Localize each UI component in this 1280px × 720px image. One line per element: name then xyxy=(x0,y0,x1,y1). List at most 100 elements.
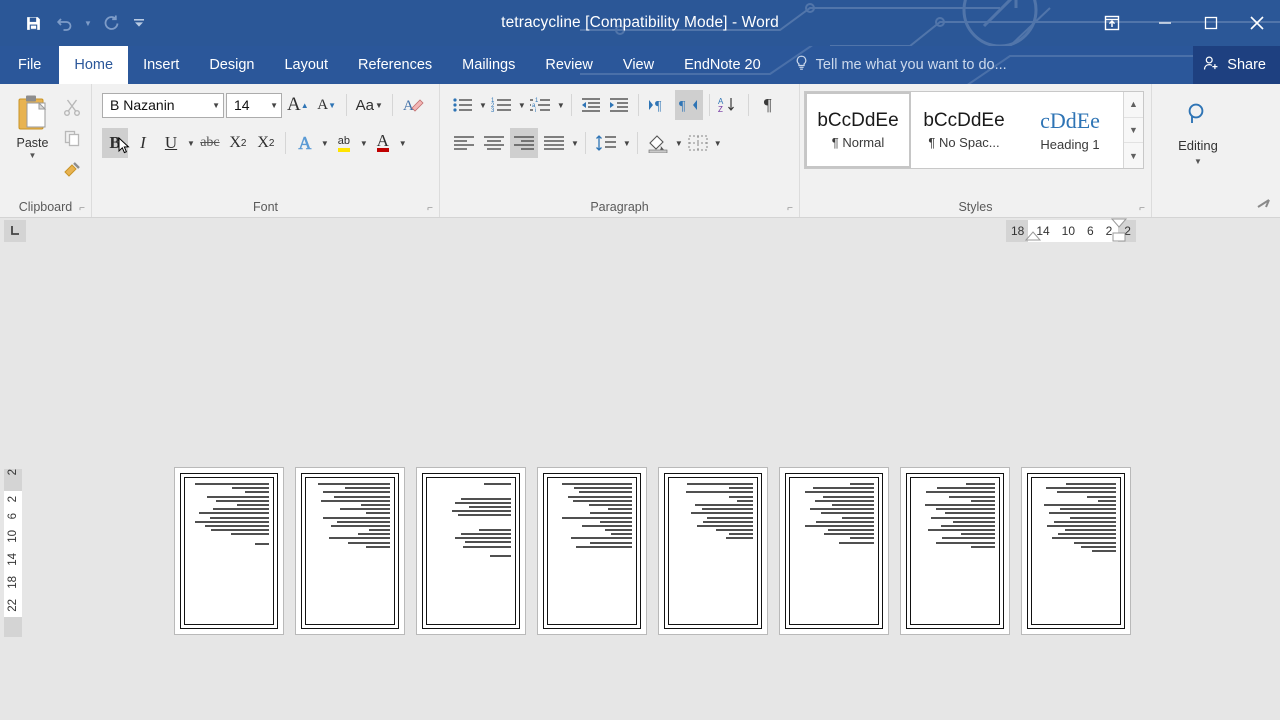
customize-quick-access-icon[interactable] xyxy=(128,8,150,38)
justify-button[interactable] xyxy=(540,128,568,158)
increase-indent-button[interactable] xyxy=(606,90,632,120)
change-case-dropdown-icon[interactable]: ▼ xyxy=(375,101,383,110)
grow-font-arrow-icon: ▲ xyxy=(300,100,309,110)
shading-dropdown-icon[interactable]: ▼ xyxy=(675,139,683,148)
copy-icon[interactable] xyxy=(59,125,85,151)
numbering-dropdown-icon[interactable]: ▼ xyxy=(518,101,526,110)
tab-mailings[interactable]: Mailings xyxy=(447,46,530,84)
highlight-dropdown-icon[interactable]: ▼ xyxy=(360,139,368,148)
underline-button[interactable]: U xyxy=(158,128,184,158)
page-thumbnail[interactable] xyxy=(779,467,889,635)
paste-dropdown-icon[interactable]: ▼ xyxy=(29,152,37,160)
italic-button[interactable]: I xyxy=(130,128,156,158)
sort-button[interactable]: A Z xyxy=(716,90,742,120)
underline-dropdown-icon[interactable]: ▼ xyxy=(187,139,195,148)
bullets-button[interactable] xyxy=(450,90,476,120)
maximize-icon[interactable] xyxy=(1188,0,1234,46)
ribbon-display-options-icon[interactable] xyxy=(1082,0,1142,46)
tab-references[interactable]: References xyxy=(343,46,447,84)
borders-dropdown-icon[interactable]: ▼ xyxy=(714,139,722,148)
font-color-dropdown-icon[interactable]: ▼ xyxy=(399,139,407,148)
numbering-button[interactable]: 123 xyxy=(489,90,515,120)
tab-insert[interactable]: Insert xyxy=(128,46,194,84)
share-button[interactable]: Share xyxy=(1193,46,1280,84)
page-thumbnail[interactable] xyxy=(1021,467,1131,635)
highlight-button[interactable]: ab xyxy=(331,128,357,158)
left-tab-stop-icon[interactable] xyxy=(4,220,26,242)
multilevel-list-button[interactable]: 1ai xyxy=(528,90,554,120)
tab-review[interactable]: Review xyxy=(530,46,608,84)
document-area[interactable]: 2 2 6 10 14 18 22 xyxy=(0,244,1280,719)
font-color-button[interactable]: A xyxy=(370,128,396,158)
page-thumbnails[interactable] xyxy=(174,467,1131,635)
bullets-dropdown-icon[interactable]: ▼ xyxy=(479,101,487,110)
style-normal[interactable]: bCcDdEe ¶ Normal xyxy=(805,92,911,168)
tab-home[interactable]: Home xyxy=(59,46,129,84)
style-no-spacing[interactable]: bCcDdEe ¶ No Spac... xyxy=(911,92,1017,168)
styles-scroll-up-icon[interactable]: ▲ xyxy=(1124,92,1143,118)
styles-scroll-down-icon[interactable]: ▼ xyxy=(1124,118,1143,144)
style-heading-1[interactable]: cDdEe Heading 1 xyxy=(1017,92,1123,168)
tab-file[interactable]: File xyxy=(0,46,60,84)
vertical-ruler[interactable]: 2 2 6 10 14 18 22 xyxy=(4,469,22,639)
align-center-button[interactable] xyxy=(480,128,508,158)
cut-icon[interactable] xyxy=(59,94,85,120)
ltr-text-direction-button[interactable]: ¶ xyxy=(645,90,673,120)
align-right-button[interactable] xyxy=(510,128,538,158)
multilevel-list-dropdown-icon[interactable]: ▼ xyxy=(557,101,565,110)
clipboard-dialog-launcher[interactable]: ⌐ xyxy=(79,203,85,214)
tab-endnote[interactable]: EndNote 20 xyxy=(669,46,776,84)
paragraph-dialog-launcher[interactable]: ⌐ xyxy=(787,203,793,214)
justify-dropdown-icon[interactable]: ▼ xyxy=(571,139,579,148)
superscript-button[interactable]: X2 xyxy=(253,128,279,158)
close-icon[interactable] xyxy=(1234,0,1280,46)
save-icon[interactable] xyxy=(18,8,48,38)
styles-scrollbar[interactable]: ▲ ▼ ▼ xyxy=(1123,92,1143,168)
font-size-input[interactable]: 14 ▼ xyxy=(226,92,282,118)
format-painter-icon[interactable] xyxy=(59,156,85,182)
font-size-dropdown-icon[interactable]: ▼ xyxy=(266,101,278,110)
page-thumbnail[interactable] xyxy=(416,467,526,635)
editing-button[interactable]: Editing ▼ xyxy=(1158,89,1238,166)
show-formatting-marks-button[interactable]: ¶ xyxy=(755,90,781,120)
decrease-indent-button[interactable] xyxy=(578,90,604,120)
tab-layout[interactable]: Layout xyxy=(269,46,343,84)
left-indent-marker-icon[interactable] xyxy=(1024,231,1042,243)
page-thumbnail[interactable] xyxy=(658,467,768,635)
font-name-dropdown-icon[interactable]: ▼ xyxy=(208,101,220,110)
font-name-input[interactable]: B Nazanin ▼ xyxy=(102,92,224,118)
bold-button[interactable]: B xyxy=(102,128,130,158)
horizontal-ruler[interactable]: 18 14 10 6 2 2 xyxy=(1006,218,1136,244)
tab-view[interactable]: View xyxy=(608,46,669,84)
change-case-button[interactable]: Aa ▼ xyxy=(353,90,386,120)
rtl-text-direction-button[interactable]: ¶ xyxy=(674,90,703,120)
font-dialog-launcher[interactable]: ⌐ xyxy=(427,203,433,214)
strikethrough-button[interactable]: abc xyxy=(197,128,223,158)
text-effects-button[interactable]: A xyxy=(292,128,318,158)
styles-more-icon[interactable]: ▼ xyxy=(1124,143,1143,168)
page-thumbnail[interactable] xyxy=(537,467,647,635)
styles-dialog-launcher[interactable]: ⌐ xyxy=(1139,203,1145,214)
borders-button[interactable] xyxy=(685,128,711,158)
shrink-font-button[interactable]: A ▼ xyxy=(314,90,340,120)
line-spacing-dropdown-icon[interactable]: ▼ xyxy=(623,139,631,148)
paste-button[interactable]: Paste ▼ xyxy=(6,89,59,160)
right-indent-marker-icon[interactable] xyxy=(1110,218,1128,244)
document-text-line xyxy=(213,508,269,511)
text-effects-dropdown-icon[interactable]: ▼ xyxy=(321,139,329,148)
page-thumbnail[interactable] xyxy=(900,467,1010,635)
tell-me-search[interactable]: Tell me what you want to do... xyxy=(776,46,1017,84)
collapse-ribbon-icon[interactable] xyxy=(1256,198,1272,213)
subscript-button[interactable]: X2 xyxy=(225,128,251,158)
clear-formatting-button[interactable]: A xyxy=(399,90,427,120)
grow-font-button[interactable]: A ▲ xyxy=(284,90,312,120)
page-thumbnail[interactable] xyxy=(295,467,405,635)
editing-dropdown-icon[interactable]: ▼ xyxy=(1194,157,1202,166)
tab-design[interactable]: Design xyxy=(194,46,269,84)
align-left-button[interactable] xyxy=(450,128,478,158)
minimize-icon[interactable] xyxy=(1142,0,1188,46)
shading-button[interactable] xyxy=(644,128,672,158)
page-thumbnail[interactable] xyxy=(174,467,284,635)
search-icon[interactable] xyxy=(1175,93,1221,135)
line-spacing-button[interactable] xyxy=(592,128,620,158)
